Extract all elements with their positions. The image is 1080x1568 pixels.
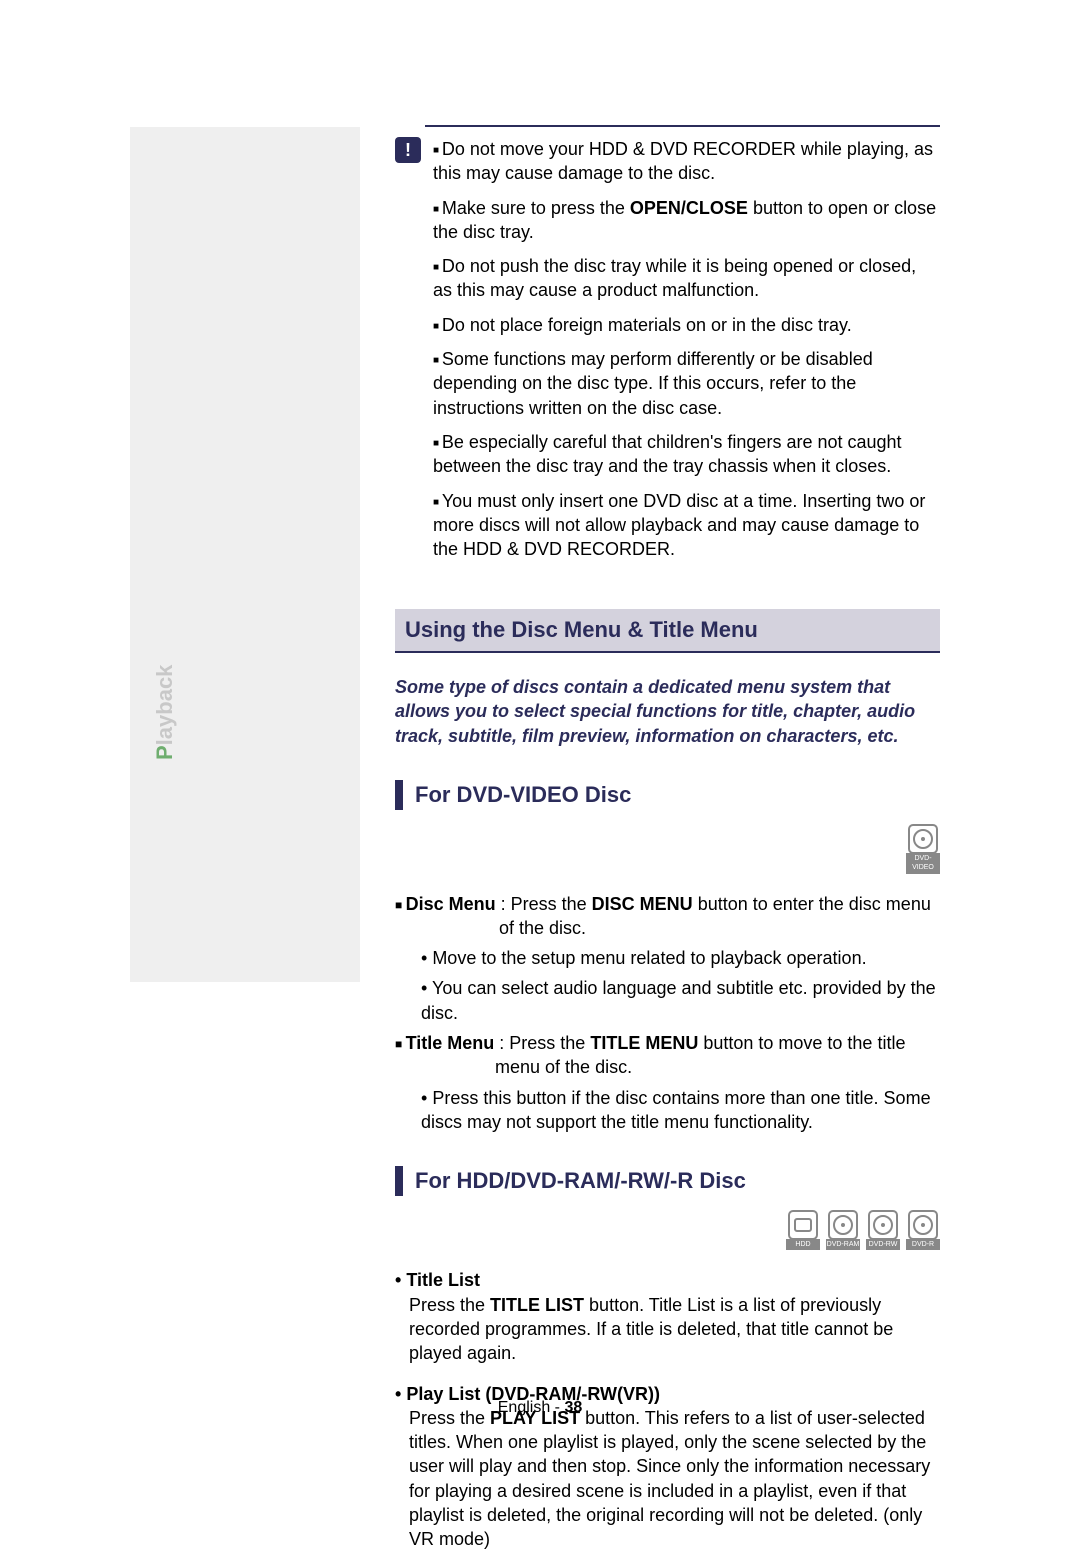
section-intro: Some type of discs contain a dedicated m… (395, 675, 940, 748)
caution-list: Do not move your HDD & DVD RECORDER whil… (431, 137, 940, 571)
sidebar-section-label: Playback (150, 665, 180, 760)
caution-item: Do not push the disc tray while it is be… (431, 254, 940, 303)
sub-header-dvd-video: For DVD-VIDEO Disc (395, 780, 940, 810)
caution-item: You must only insert one DVD disc at a t… (431, 489, 940, 562)
sub-item: Move to the setup menu related to playba… (421, 946, 940, 970)
page-footer: English - 38 (0, 1397, 1080, 1419)
sub-item: You can select audio language and subtit… (421, 976, 940, 1025)
caution-item: Do not place foreign materials on or in … (431, 313, 940, 337)
caution-item: Be especially careful that children's fi… (431, 430, 940, 479)
sidebar-panel (130, 127, 360, 982)
sub-header-hdd: For HDD/DVD-RAM/-RW/-R Disc (395, 1166, 940, 1196)
caution-item: Do not move your HDD & DVD RECORDER whil… (431, 137, 940, 186)
dvd-ram-icon: DVD-RAM (826, 1210, 860, 1250)
hdd-icon: HDD (786, 1210, 820, 1250)
disc-icons-row: DVD-VIDEO (395, 824, 940, 874)
list-item: Title Menu : Press the TITLE MENU button… (395, 1031, 940, 1134)
section-header: Using the Disc Menu & Title Menu (395, 609, 940, 653)
warning-icon: ! (395, 137, 421, 163)
list-item: Disc Menu : Press the DISC MENU button t… (395, 892, 940, 1025)
disc-icons-row: HDD DVD-RAM DVD-RW DVD-R (395, 1210, 940, 1250)
caution-block: ! Do not move your HDD & DVD RECORDER wh… (395, 137, 940, 571)
caution-item: Some functions may perform differently o… (431, 347, 940, 420)
page-content: ! Do not move your HDD & DVD RECORDER wh… (395, 125, 940, 1568)
dvd-r-icon: DVD-R (906, 1210, 940, 1250)
dvd-rw-icon: DVD-RW (866, 1210, 900, 1250)
sub-item: Press this button if the disc contains m… (421, 1086, 940, 1135)
dvd-video-icon: DVD-VIDEO (906, 824, 940, 874)
caution-item: Make sure to press the OPEN/CLOSE button… (431, 196, 940, 245)
bullet-item: Title List Press the TITLE LIST button. … (395, 1268, 940, 1365)
dvd-video-list: Disc Menu : Press the DISC MENU button t… (395, 892, 940, 1135)
